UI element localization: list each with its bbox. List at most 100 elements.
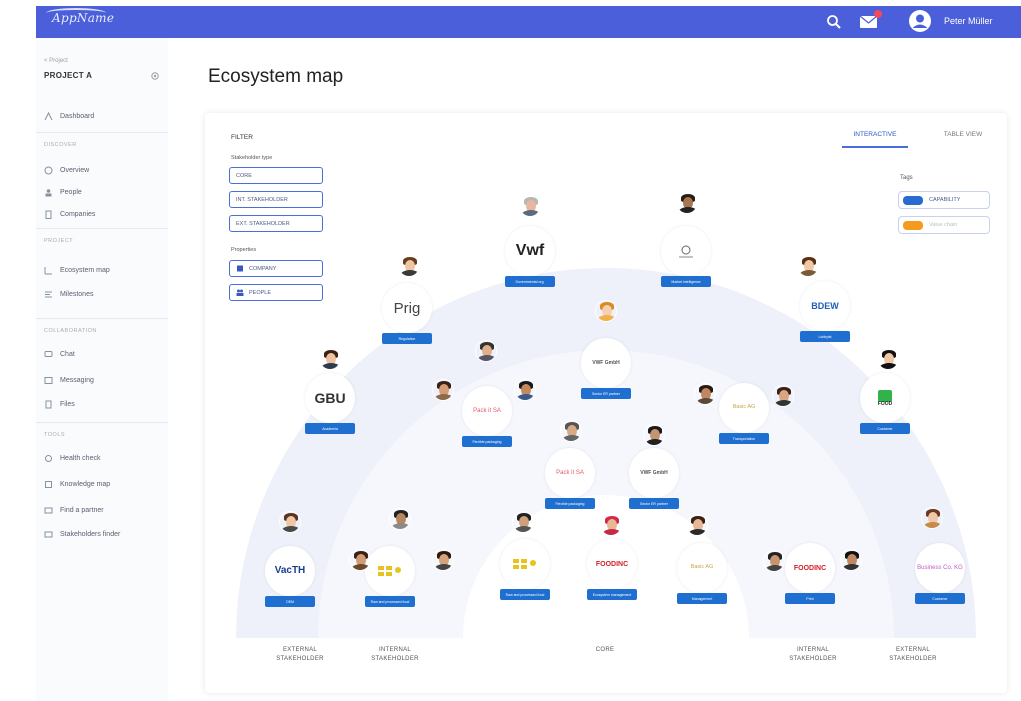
- sidebar-item-overview[interactable]: Overview: [44, 164, 89, 176]
- avatar[interactable]: [772, 385, 794, 407]
- filter-people-chip[interactable]: PEOPLE: [229, 284, 323, 301]
- sidebar-item-label: Health check: [60, 454, 101, 462]
- filter-core-chip[interactable]: CORE: [229, 167, 323, 184]
- avatar[interactable]: [643, 424, 665, 446]
- filter-int-stakeholder-chip[interactable]: INT. STAKEHOLDER: [229, 191, 323, 208]
- chip-label: COMPANY: [249, 265, 277, 272]
- project-back-link[interactable]: < Project: [44, 58, 68, 64]
- node-label[interactable]: Customer: [915, 593, 965, 604]
- node-label[interactable]: Academia: [305, 423, 355, 434]
- sidebar-item-ecosystem-map[interactable]: Ecosystem map: [44, 264, 110, 276]
- mail-icon[interactable]: [858, 10, 882, 30]
- people-icon: [236, 289, 244, 296]
- project-name: PROJECT A: [44, 71, 93, 80]
- node-label[interactable]: Governmental org.: [505, 276, 555, 287]
- person-icon: [45, 188, 52, 196]
- node-foodinc-right[interactable]: FOODINC Print: [775, 505, 845, 605]
- avatar[interactable]: [512, 511, 534, 533]
- avatar[interactable]: [349, 549, 371, 571]
- avatar[interactable]: [279, 511, 301, 533]
- node-pack-mid[interactable]: Pack it SA Flexible packaging: [452, 348, 522, 448]
- sidebar-item-chat[interactable]: Chat: [44, 348, 75, 360]
- sidebar-item-label: Messaging: [60, 376, 94, 384]
- node-logo: VWF GmbH: [581, 338, 631, 388]
- food-logo-icon: [877, 389, 892, 402]
- node-label[interactable]: Print: [785, 593, 835, 604]
- avatar[interactable]: [840, 549, 862, 571]
- avatar[interactable]: [877, 348, 899, 370]
- sidebar-item-find-partner[interactable]: Find a partner: [44, 504, 104, 516]
- node-label[interactable]: Flexible packaging: [462, 436, 512, 447]
- avatar[interactable]: [686, 514, 708, 536]
- heart-icon: [45, 454, 52, 462]
- avatar[interactable]: [763, 550, 785, 572]
- avatar[interactable]: [797, 255, 819, 277]
- chat-icon: [44, 350, 53, 357]
- node-label[interactable]: Lobbyist: [800, 331, 850, 342]
- filter-title: FILTER: [231, 134, 253, 141]
- avatar[interactable]: [432, 549, 454, 571]
- sidebar-item-health-check[interactable]: Health check: [44, 452, 100, 464]
- node-label[interactable]: Regulation: [382, 333, 432, 344]
- stakeholder-type-label: Stakeholder type: [231, 155, 273, 161]
- avatar[interactable]: [519, 195, 541, 217]
- node-label[interactable]: Market intelligence: [661, 276, 711, 287]
- filter-ext-stakeholder-chip[interactable]: EXT. STAKEHOLDER: [229, 215, 323, 232]
- market-logo-icon: [679, 245, 693, 258]
- avatar[interactable]: [595, 300, 617, 322]
- node-logo: BDEW: [800, 281, 850, 331]
- user-name[interactable]: Peter Müller: [944, 16, 993, 26]
- avatar[interactable]: [475, 340, 497, 362]
- sidebar-divider: [36, 132, 168, 133]
- tag-second-chip[interactable]: Value chain: [898, 216, 990, 234]
- sidebar-item-files[interactable]: Files: [44, 398, 75, 410]
- zone-label-external-left: EXTERNAL STAKEHOLDER: [276, 647, 324, 662]
- user-avatar-icon[interactable]: [908, 9, 932, 33]
- brand-logo[interactable]: AppName: [52, 11, 114, 25]
- chip-label: INT. STAKEHOLDER: [236, 196, 288, 203]
- sidebar: < Project PROJECT A Dashboard DISCOVER O…: [36, 38, 168, 701]
- avatar[interactable]: [921, 507, 943, 529]
- sidebar-item-people[interactable]: People: [44, 186, 82, 198]
- node-label[interactable]: Ecosystem management: [587, 589, 637, 600]
- node-label[interactable]: Raw and processed food: [365, 596, 415, 607]
- avatar[interactable]: [432, 379, 454, 401]
- avatar[interactable]: [319, 348, 341, 370]
- sidebar-item-dashboard[interactable]: Dashboard: [44, 110, 94, 122]
- building-icon: [45, 210, 52, 219]
- filter-company-chip[interactable]: COMPANY: [229, 260, 323, 277]
- partner-icon: [44, 507, 53, 513]
- avatar[interactable]: [694, 383, 716, 405]
- tab-interactive[interactable]: INTERACTIVE: [842, 130, 908, 148]
- node-label[interactable]: Customer: [860, 423, 910, 434]
- node-basic-mid[interactable]: Basic AG Transportation: [709, 345, 779, 445]
- tag-capability-chip[interactable]: CAPABILITY: [898, 191, 990, 209]
- chip-label: EXT. STAKEHOLDER: [236, 220, 290, 227]
- avatar[interactable]: [398, 255, 420, 277]
- sidebar-item-messaging[interactable]: Messaging: [44, 374, 94, 386]
- sidebar-item-stakeholders-finder[interactable]: Stakeholders finder: [44, 528, 120, 540]
- dashboard-icon: [44, 111, 53, 120]
- sidebar-section-discover: DISCOVER: [44, 142, 77, 148]
- node-label[interactable]: OEM: [265, 596, 315, 607]
- node-logo: Pack it SA: [545, 448, 595, 498]
- sidebar-item-milestones[interactable]: Milestones: [44, 288, 93, 300]
- node-label[interactable]: Sector ER partner: [581, 388, 631, 399]
- sidebar-item-label: Chat: [60, 350, 75, 358]
- node-logo: GBU: [305, 373, 355, 423]
- node-label[interactable]: Raw and processed food: [500, 589, 550, 600]
- avatar[interactable]: [389, 508, 411, 530]
- milestones-icon: [45, 291, 52, 297]
- gear-icon[interactable]: [150, 71, 160, 81]
- sidebar-item-knowledge-map[interactable]: Knowledge map: [44, 478, 110, 490]
- node-label[interactable]: Management: [677, 593, 727, 604]
- search-icon[interactable]: [826, 14, 842, 30]
- tab-table-view[interactable]: TABLE VIEW: [933, 130, 993, 148]
- avatar[interactable]: [676, 192, 698, 214]
- node-label[interactable]: Transportation: [719, 433, 769, 444]
- avatar[interactable]: [560, 420, 582, 442]
- sidebar-divider: [36, 318, 168, 319]
- avatar[interactable]: [514, 379, 536, 401]
- avatar[interactable]: [600, 514, 622, 536]
- sidebar-item-companies[interactable]: Companies: [44, 208, 95, 220]
